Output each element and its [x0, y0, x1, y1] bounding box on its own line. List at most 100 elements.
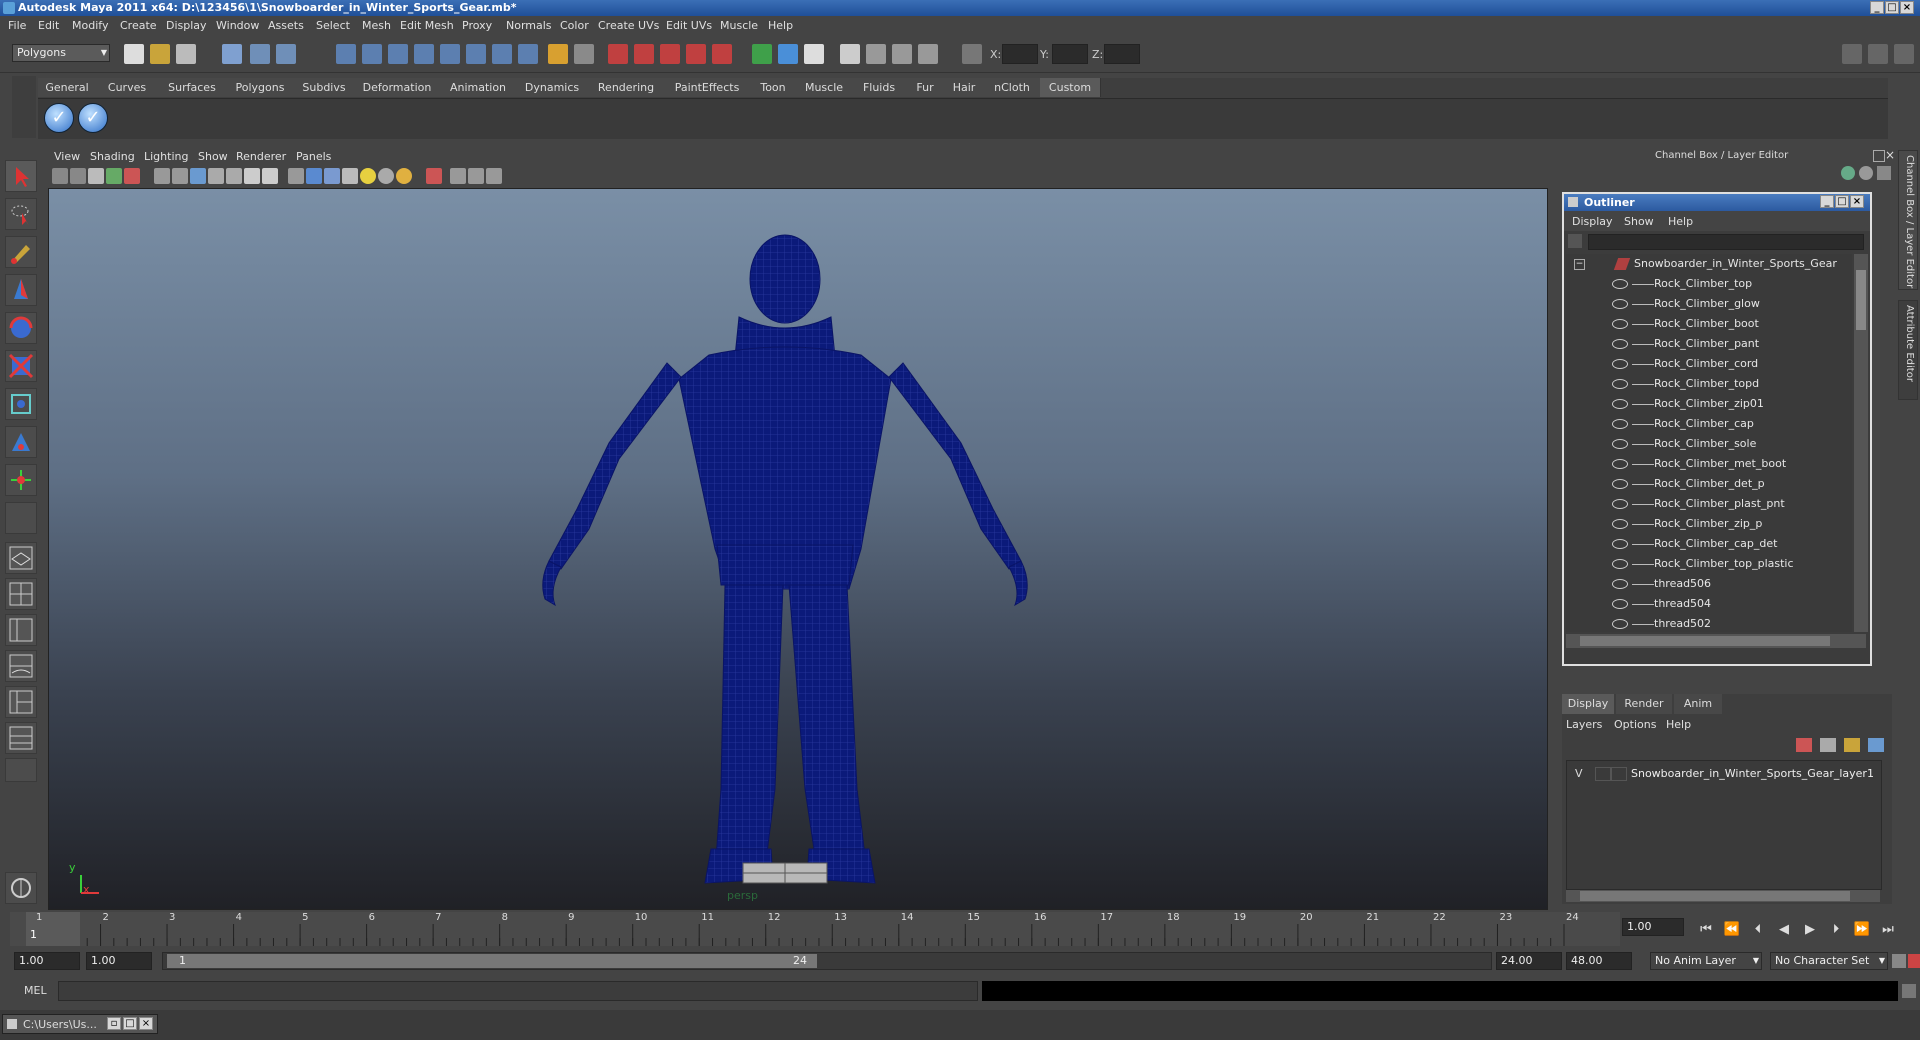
- shadows-icon[interactable]: [378, 168, 394, 184]
- float-panel-icon[interactable]: [1873, 150, 1885, 162]
- maximize-icon[interactable]: □: [1835, 195, 1849, 208]
- isolate-select-icon[interactable]: [426, 168, 442, 184]
- playback-end-field[interactable]: 24.00: [1496, 952, 1562, 970]
- menu-normals[interactable]: Normals: [506, 19, 552, 32]
- shelf-tab-curves[interactable]: Curves: [96, 78, 159, 97]
- outliner-item[interactable]: Rock_Climber_cord: [1566, 354, 1851, 374]
- play-backwards-icon[interactable]: ◀: [1774, 920, 1794, 940]
- viewport-menu-lighting[interactable]: Lighting: [144, 150, 188, 163]
- select-component-icon[interactable]: [276, 44, 296, 64]
- shelf-tab-dynamics[interactable]: Dynamics: [516, 78, 589, 97]
- film-gate-icon[interactable]: [172, 168, 188, 184]
- ipr-render-icon[interactable]: [866, 44, 886, 64]
- shelf-menu-handle[interactable]: [12, 76, 36, 138]
- select-hierarchy-icon[interactable]: [222, 44, 242, 64]
- menu-edit-uvs[interactable]: Edit UVs: [666, 19, 712, 32]
- input-output-icon[interactable]: [752, 44, 772, 64]
- move-down-layer-icon[interactable]: [1868, 738, 1884, 752]
- shelf-tab-muscle[interactable]: Muscle: [796, 78, 853, 97]
- outliner-item[interactable]: Rock_Climber_top: [1566, 274, 1851, 294]
- rotate-tool-icon[interactable]: [5, 312, 37, 344]
- snap-curve-icon[interactable]: [634, 44, 654, 64]
- gate-mask-icon[interactable]: [208, 168, 224, 184]
- outliner-item[interactable]: Rock_Climber_plast_pnt: [1566, 494, 1851, 514]
- layout-single-pane-icon[interactable]: [5, 542, 37, 574]
- universal-manipulator-icon[interactable]: [5, 388, 37, 420]
- shelf-tab-fur[interactable]: Fur: [906, 78, 945, 97]
- outliner-filter-icon[interactable]: [1568, 234, 1582, 248]
- outliner-horizontal-scrollbar[interactable]: [1566, 634, 1866, 648]
- outliner-item[interactable]: Rock_Climber_zip01: [1566, 394, 1851, 414]
- move-up-layer-icon[interactable]: [1844, 738, 1860, 752]
- outliner-item[interactable]: Rock_Climber_det_p: [1566, 474, 1851, 494]
- collapse-icon[interactable]: −: [1574, 259, 1585, 270]
- outliner-menu-help[interactable]: Help: [1668, 215, 1693, 228]
- open-scene-icon[interactable]: [150, 44, 170, 64]
- channel-box-mode-icon[interactable]: [1841, 166, 1855, 180]
- image-plane-icon[interactable]: [106, 168, 122, 184]
- shelf-tab-custom[interactable]: Custom: [1040, 78, 1101, 97]
- layer-tab-display[interactable]: Display: [1562, 694, 1614, 714]
- new-layer-icon[interactable]: [1820, 738, 1836, 752]
- minimized-window-item[interactable]: C:\Users\Us... ▫ □ ×: [2, 1014, 158, 1034]
- minimize-icon[interactable]: _: [1870, 1, 1884, 14]
- close-icon[interactable]: ×: [1900, 1, 1914, 14]
- key-icon[interactable]: [1892, 954, 1906, 968]
- menu-file[interactable]: File: [8, 19, 26, 32]
- toggle-tool-settings-icon[interactable]: [1868, 44, 1888, 64]
- go-to-start-icon[interactable]: ⏮: [1696, 920, 1716, 940]
- render-current-frame-icon[interactable]: [804, 44, 824, 64]
- grid-icon[interactable]: [154, 168, 170, 184]
- snap-view-plane-icon[interactable]: [686, 44, 706, 64]
- shelf-tab-polygons[interactable]: Polygons: [226, 78, 295, 97]
- smooth-shade-icon[interactable]: [306, 168, 322, 184]
- outliner-search-field[interactable]: [1588, 234, 1864, 250]
- select-handles-icon[interactable]: [336, 44, 356, 64]
- brush-tool-icon[interactable]: [5, 872, 37, 904]
- layer-row[interactable]: V Snowboarder_in_Winter_Sports_Gear_laye…: [1567, 765, 1881, 783]
- step-back-key-icon[interactable]: ⏪: [1722, 920, 1742, 940]
- minimize-icon[interactable]: _: [1820, 195, 1834, 208]
- menu-edit-mesh[interactable]: Edit Mesh: [400, 19, 454, 32]
- checkmark-icon[interactable]: ✓: [44, 103, 74, 133]
- share-icon[interactable]: [486, 168, 502, 184]
- viewport-menu-shading[interactable]: Shading: [90, 150, 135, 163]
- select-misc-icon[interactable]: [518, 44, 538, 64]
- toggle-channel-box-icon[interactable]: [1894, 44, 1914, 64]
- outliner-item[interactable]: Rock_Climber_met_boot: [1566, 454, 1851, 474]
- menu-help[interactable]: Help: [768, 19, 793, 32]
- textured-icon[interactable]: [342, 168, 358, 184]
- outliner-item[interactable]: Rock_Climber_boot: [1566, 314, 1851, 334]
- shelf-tab-painteffects[interactable]: PaintEffects: [664, 78, 751, 97]
- step-back-frame-icon[interactable]: ⏴: [1748, 920, 1768, 940]
- menu-color[interactable]: Color: [560, 19, 589, 32]
- character-set-selector[interactable]: No Character Set ▼: [1770, 952, 1888, 970]
- menu-proxy[interactable]: Proxy: [462, 19, 492, 32]
- select-dynamics-icon[interactable]: [466, 44, 486, 64]
- scrollbar-thumb[interactable]: [1856, 270, 1866, 330]
- outliner-item[interactable]: Rock_Climber_topd: [1566, 374, 1851, 394]
- new-layer-selected-icon[interactable]: [1796, 738, 1812, 752]
- safe-title-icon[interactable]: [262, 168, 278, 184]
- layer-menu-help[interactable]: Help: [1666, 718, 1691, 731]
- xray-joints-icon[interactable]: [468, 168, 484, 184]
- select-tool-icon[interactable]: [5, 160, 37, 192]
- layer-tab-anim[interactable]: Anim: [1674, 694, 1722, 714]
- layer-tab-render[interactable]: Render: [1616, 694, 1672, 714]
- construction-history-icon[interactable]: [778, 44, 798, 64]
- menu-mesh[interactable]: Mesh: [362, 19, 391, 32]
- layout-graph-persp-icon[interactable]: [5, 650, 37, 682]
- menu-muscle[interactable]: Muscle: [720, 19, 758, 32]
- animation-preferences-icon[interactable]: [1908, 954, 1920, 968]
- soft-modification-icon[interactable]: [5, 426, 37, 458]
- wireframe-icon[interactable]: [288, 168, 304, 184]
- menu-window[interactable]: Window: [216, 19, 259, 32]
- camera-attributes-icon[interactable]: [70, 168, 86, 184]
- close-panel-icon[interactable]: ×: [1885, 148, 1895, 162]
- move-tool-icon[interactable]: [5, 274, 37, 306]
- shelf-tab-fluids[interactable]: Fluids: [852, 78, 907, 97]
- scrollbar-thumb[interactable]: [1580, 891, 1850, 901]
- layer-name[interactable]: Snowboarder_in_Winter_Sports_Gear_layer1: [1631, 767, 1874, 780]
- layout-persp-graph-icon[interactable]: [5, 722, 37, 754]
- maximize-icon[interactable]: □: [1885, 1, 1899, 14]
